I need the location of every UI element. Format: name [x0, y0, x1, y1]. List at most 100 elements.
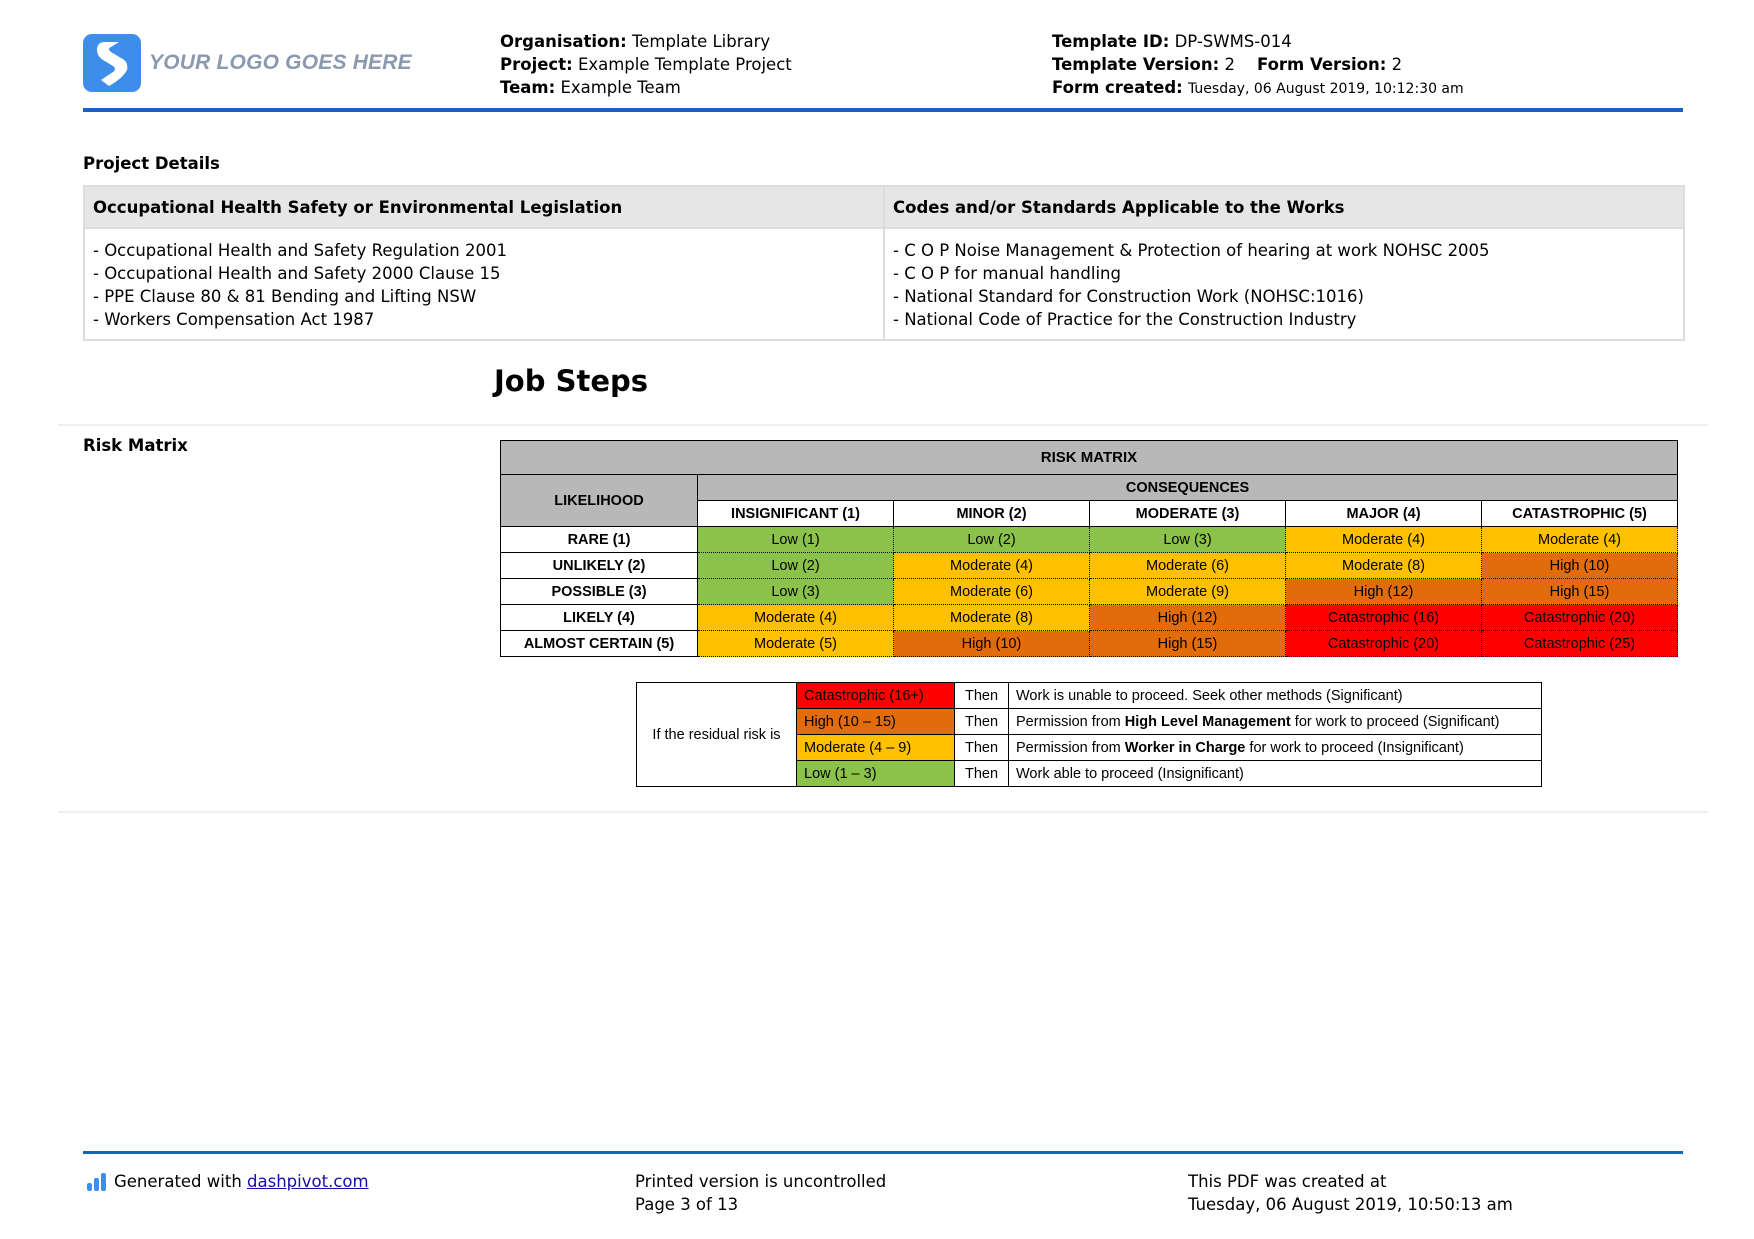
- consequence-header: MODERATE (3): [1089, 500, 1286, 527]
- consequence-header: INSIGNIFICANT (1): [697, 500, 894, 527]
- header-project-info: Organisation: Template Library Project: …: [500, 30, 792, 99]
- pdf-created-info: This PDF was created at Tuesday, 06 Augu…: [1188, 1170, 1513, 1216]
- list-item: - PPE Clause 80 & 81 Bending and Lifting…: [93, 287, 477, 306]
- likelihood-label: LIKELY (4): [500, 604, 698, 631]
- legend-action: Permission from High Level Management fo…: [1008, 708, 1542, 735]
- risk-cell: Moderate (4): [697, 604, 894, 631]
- pdf-created-date: Tuesday, 06 August 2019, 10:50:13 am: [1188, 1195, 1513, 1214]
- risk-cell: Catastrophic (20): [1481, 604, 1678, 631]
- legend-action: Permission from Worker in Charge for wor…: [1008, 734, 1542, 761]
- organisation-label: Organisation:: [500, 32, 627, 51]
- consequence-header: MAJOR (4): [1285, 500, 1482, 527]
- list-item: - Workers Compensation Act 1987: [93, 310, 375, 329]
- logo-icon: [83, 34, 141, 92]
- project-value: Example Template Project: [577, 55, 792, 74]
- legislation-header: Occupational Health Safety or Environmen…: [83, 185, 885, 229]
- risk-cell: Moderate (8): [1285, 552, 1482, 579]
- logo-text: YOUR LOGO GOES HERE: [149, 51, 412, 74]
- form-created-value: Tuesday, 06 August 2019, 10:12:30 am: [1188, 81, 1464, 97]
- form-version-value: 2: [1391, 55, 1403, 74]
- matrix-row: UNLIKELY (2) Low (2) Moderate (4) Modera…: [500, 552, 1678, 579]
- risk-cell: Catastrophic (25): [1481, 630, 1678, 657]
- risk-cell: High (10): [893, 630, 1090, 657]
- team-value: Example Team: [560, 78, 681, 97]
- legend-level: Moderate (4 – 9): [796, 734, 955, 761]
- project-label: Project:: [500, 55, 573, 74]
- likelihood-label: ALMOST CERTAIN (5): [500, 630, 698, 657]
- matrix-row: RARE (1) Low (1) Low (2) Low (3) Moderat…: [500, 526, 1678, 553]
- legend-then: Then: [954, 708, 1009, 735]
- divider: [58, 424, 1708, 426]
- consequence-header: MINOR (2): [893, 500, 1090, 527]
- matrix-row: LIKELY (4) Moderate (4) Moderate (8) Hig…: [500, 604, 1678, 631]
- list-item: - National Code of Practice for the Cons…: [893, 310, 1357, 329]
- header-template-info: Template ID: DP-SWMS-014 Template Versio…: [1052, 30, 1464, 101]
- risk-cell: High (15): [1481, 578, 1678, 605]
- codes-header: Codes and/or Standards Applicable to the…: [883, 185, 1685, 229]
- likelihood-label: POSSIBLE (3): [500, 578, 698, 605]
- list-item: - Occupational Health and Safety 2000 Cl…: [93, 264, 501, 283]
- risk-cell: Moderate (9): [1089, 578, 1286, 605]
- risk-cell: High (10): [1481, 552, 1678, 579]
- likelihood-header: LIKELIHOOD: [500, 474, 698, 527]
- risk-cell: Low (3): [1089, 526, 1286, 553]
- risk-cell: Moderate (5): [697, 630, 894, 657]
- risk-cell: Moderate (6): [1089, 552, 1286, 579]
- company-logo: YOUR LOGO GOES HERE: [83, 34, 412, 92]
- job-steps-title: Job Steps: [494, 364, 649, 398]
- risk-matrix-title: RISK MATRIX: [500, 440, 1678, 475]
- consequences-header: CONSEQUENCES: [697, 474, 1678, 501]
- legend-then: Then: [954, 682, 1009, 709]
- risk-cell: Moderate (4): [1481, 526, 1678, 553]
- page-footer: Generated with dashpivot.com Printed ver…: [83, 1151, 1683, 1214]
- pdf-created-label: This PDF was created at: [1188, 1172, 1387, 1191]
- form-created-label: Form created:: [1052, 78, 1183, 97]
- divider: [58, 811, 1708, 813]
- project-details-label: Project Details: [83, 154, 220, 173]
- matrix-row: ALMOST CERTAIN (5) Moderate (5) High (10…: [500, 630, 1678, 657]
- team-label: Team:: [500, 78, 556, 97]
- organisation-value: Template Library: [631, 32, 771, 51]
- risk-cell: Moderate (8): [893, 604, 1090, 631]
- list-item: - National Standard for Construction Wor…: [893, 287, 1364, 306]
- likelihood-label: RARE (1): [500, 526, 698, 553]
- print-info: Printed version is uncontrolled Page 3 o…: [635, 1170, 886, 1216]
- consequence-header: CATASTROPHIC (5): [1481, 500, 1678, 527]
- dashpivot-link[interactable]: dashpivot.com: [247, 1170, 369, 1193]
- likelihood-label: UNLIKELY (2): [500, 552, 698, 579]
- project-details-table: Occupational Health Safety or Environmen…: [83, 185, 1685, 341]
- legend-level: High (10 – 15): [796, 708, 955, 735]
- dashpivot-logo-icon: [87, 1172, 106, 1191]
- risk-matrix-label: Risk Matrix: [83, 436, 188, 455]
- risk-cell: High (12): [1089, 604, 1286, 631]
- list-item: - C O P Noise Management & Protection of…: [893, 241, 1490, 260]
- residual-risk-legend: If the residual risk is Catastrophic (16…: [636, 682, 1542, 787]
- risk-cell: Low (2): [893, 526, 1090, 553]
- risk-cell: Moderate (6): [893, 578, 1090, 605]
- page-number: Page 3 of 13: [635, 1195, 739, 1214]
- form-version-label: Form Version:: [1256, 55, 1387, 74]
- matrix-row: POSSIBLE (3) Low (3) Moderate (6) Modera…: [500, 578, 1678, 605]
- legend-action: Work is unable to proceed. Seek other me…: [1008, 682, 1542, 709]
- risk-cell: High (15): [1089, 630, 1286, 657]
- legend-then: Then: [954, 734, 1009, 761]
- list-item: - C O P for manual handling: [893, 264, 1121, 283]
- legend-then: Then: [954, 760, 1009, 787]
- risk-cell: Catastrophic (20): [1285, 630, 1482, 657]
- risk-matrix-table: RISK MATRIX LIKELIHOOD CONSEQUENCES INSI…: [500, 440, 1678, 657]
- template-version-value: 2: [1224, 55, 1235, 74]
- risk-cell: Moderate (4): [1285, 526, 1482, 553]
- page-header: YOUR LOGO GOES HERE Organisation: Templa…: [83, 30, 1683, 112]
- risk-cell: Catastrophic (16): [1285, 604, 1482, 631]
- risk-cell: High (12): [1285, 578, 1482, 605]
- uncontrolled-notice: Printed version is uncontrolled: [635, 1172, 887, 1191]
- codes-list: - C O P Noise Management & Protection of…: [883, 227, 1685, 341]
- legend-level: Catastrophic (16+): [796, 682, 955, 709]
- template-id-label: Template ID:: [1052, 32, 1170, 51]
- risk-cell: Low (1): [697, 526, 894, 553]
- legislation-list: - Occupational Health and Safety Regulat…: [83, 227, 885, 341]
- generated-with: Generated with dashpivot.com: [87, 1170, 369, 1193]
- risk-cell: Moderate (4): [893, 552, 1090, 579]
- template-version-label: Template Version:: [1052, 55, 1220, 74]
- risk-cell: Low (3): [697, 578, 894, 605]
